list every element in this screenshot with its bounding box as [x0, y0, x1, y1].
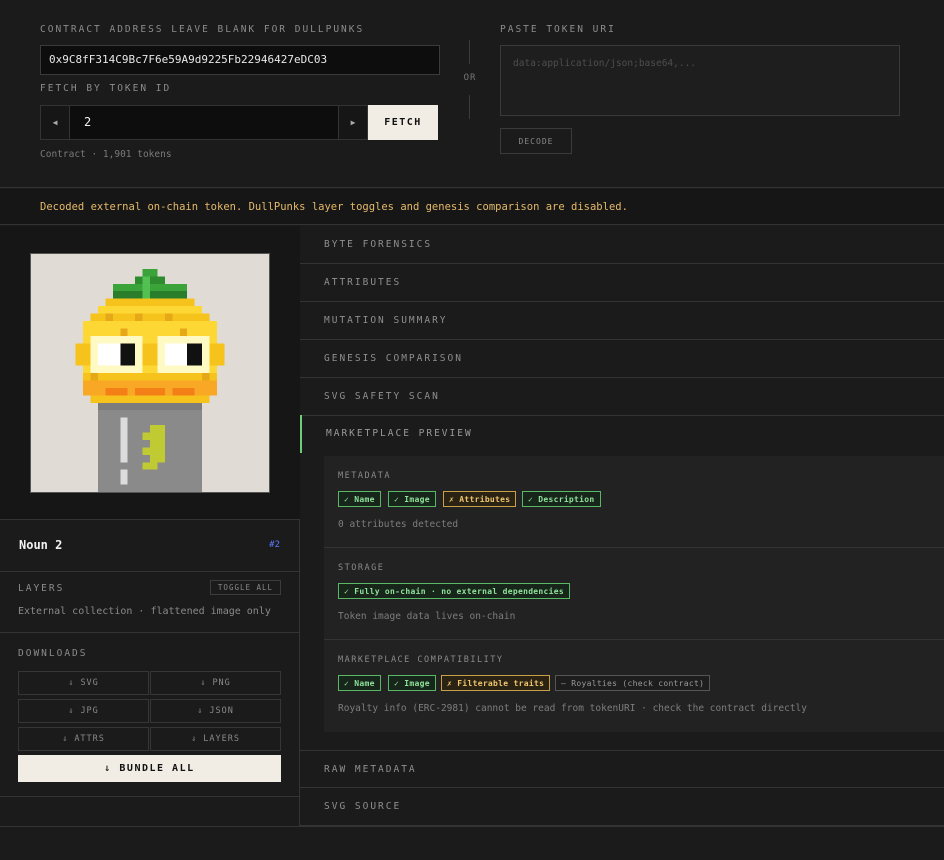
- noun-pineapple-art: [31, 254, 269, 492]
- chip-fully-on-chain: ✓ Fully on-chain · no external dependenc…: [338, 583, 571, 599]
- fetch-by-token-id-label: FETCH BY TOKEN ID: [40, 83, 172, 94]
- or-separator: OR: [463, 73, 477, 83]
- fetch-button[interactable]: FETCH: [368, 105, 438, 140]
- download-json-button[interactable]: ⇓ JSON: [150, 699, 281, 723]
- chip-image: ✓ Image: [388, 491, 436, 507]
- contract-address-label: CONTRACT ADDRESS LEAVE BLANK FOR DULLPUN…: [40, 24, 365, 35]
- download-jpg-button[interactable]: ⇓ JPG: [18, 699, 149, 723]
- token-id-input[interactable]: 2: [70, 105, 338, 140]
- panel-svg-source[interactable]: SVG SOURCE: [300, 788, 944, 826]
- contract-address-input[interactable]: 0x9C8fF314C9Bc7F6e59A9d9225Fb22946427eDC…: [40, 45, 440, 75]
- panel-byte-forensics[interactable]: BYTE FORENSICS: [300, 226, 944, 264]
- layers-label: LAYERS: [18, 583, 65, 594]
- compatibility-note: Royalty info (ERC-2981) cannot be read f…: [338, 703, 807, 714]
- chip-attributes: ✗ Attributes: [443, 491, 517, 507]
- panel-svg-safety-scan[interactable]: SVG SAFETY SCAN: [300, 378, 944, 416]
- storage-note: Token image data lives on-chain: [338, 611, 516, 622]
- token-name: Noun 2: [19, 538, 63, 552]
- external-token-notice: Decoded external on-chain token. DullPun…: [0, 189, 944, 225]
- token-uri-textarea[interactable]: data:application/json;base64,...: [500, 45, 900, 116]
- panel-attributes[interactable]: ATTRIBUTES: [300, 264, 944, 302]
- download-svg-button[interactable]: ⇓ SVG: [18, 671, 149, 695]
- layers-section: LAYERS TOGGLE ALL External collection · …: [0, 572, 300, 633]
- downloads-section: DOWNLOADS ⇓ SVG ⇓ PNG ⇓ JPG ⇓ JSON ⇓ ATT…: [0, 634, 300, 797]
- token-id-badge: #2: [269, 540, 280, 550]
- analysis-panels: BYTE FORENSICS ATTRIBUTES MUTATION SUMMA…: [300, 226, 944, 826]
- compatibility-label: MARKETPLACE COMPATIBILITY: [338, 655, 504, 665]
- panel-genesis-comparison[interactable]: GENESIS COMPARISON: [300, 340, 944, 378]
- storage-label: STORAGE: [338, 563, 385, 573]
- chip-filterable-traits: ✗ Filterable traits: [441, 675, 551, 691]
- metadata-label: METADATA: [338, 471, 391, 481]
- metadata-check: METADATA ✓ Name ✓ Image ✗ Attributes ✓ D…: [324, 456, 944, 547]
- layers-note: External collection · flattened image on…: [18, 606, 271, 617]
- compatibility-check: MARKETPLACE COMPATIBILITY ✓ Name ✓ Image…: [324, 640, 944, 732]
- or-divider-top: [469, 40, 470, 64]
- token-name-row: Noun 2 #2: [0, 521, 300, 572]
- footer-divider: [0, 826, 944, 827]
- previous-token-button[interactable]: ◀: [40, 105, 70, 140]
- token-art-panel: [0, 226, 300, 520]
- token-uri-label: PASTE TOKEN URI: [500, 24, 616, 35]
- or-divider-bottom: [469, 95, 470, 119]
- panel-mutation-summary[interactable]: MUTATION SUMMARY: [300, 302, 944, 340]
- storage-check: STORAGE ✓ Fully on-chain · no external d…: [324, 548, 944, 639]
- download-attrs-button[interactable]: ⇓ ATTRS: [18, 727, 149, 751]
- contract-token-count: Contract · 1,901 tokens: [40, 149, 172, 160]
- token-sidebar: Noun 2 #2 LAYERS TOGGLE ALL External col…: [0, 226, 300, 826]
- chip-royalties: – Royalties (check contract): [555, 675, 711, 691]
- decode-button[interactable]: DECODE: [500, 128, 572, 154]
- token-image: [30, 253, 270, 493]
- download-png-button[interactable]: ⇓ PNG: [150, 671, 281, 695]
- token-loader-form: CONTRACT ADDRESS LEAVE BLANK FOR DULLPUN…: [0, 0, 944, 188]
- panel-raw-metadata[interactable]: RAW METADATA: [300, 750, 944, 788]
- downloads-label: DOWNLOADS: [18, 648, 88, 659]
- marketplace-preview-body: METADATA ✓ Name ✓ Image ✗ Attributes ✓ D…: [324, 456, 944, 732]
- download-layers-button[interactable]: ⇓ LAYERS: [150, 727, 281, 751]
- panel-marketplace-preview[interactable]: MARKETPLACE PREVIEW: [300, 415, 944, 453]
- chip-image: ✓ Image: [388, 675, 436, 691]
- chip-name: ✓ Name: [338, 491, 381, 507]
- metadata-note: 0 attributes detected: [338, 519, 459, 530]
- next-token-button[interactable]: ▶: [338, 105, 368, 140]
- toggle-all-button[interactable]: TOGGLE ALL: [210, 580, 281, 595]
- chip-name: ✓ Name: [338, 675, 381, 691]
- token-id-stepper: ◀ 2 ▶ FETCH: [40, 105, 440, 140]
- bundle-all-button[interactable]: ⇓ BUNDLE ALL: [18, 755, 281, 782]
- chip-description: ✓ Description: [522, 491, 601, 507]
